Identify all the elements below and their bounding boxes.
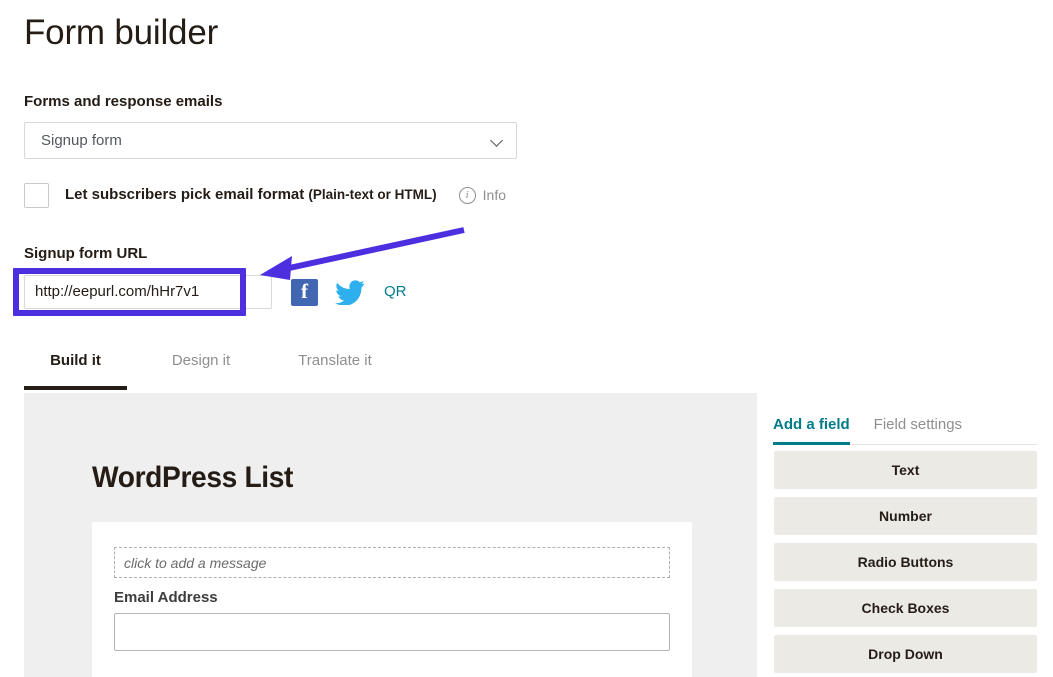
signup-url-label: Signup form URL <box>24 245 148 262</box>
signup-url-input[interactable]: http://eepurl.com/hHr7v1 <box>24 275 272 309</box>
tab-add-a-field[interactable]: Add a field <box>773 415 850 445</box>
preview-list-title: WordPress List <box>92 461 294 494</box>
field-button-check-boxes[interactable]: Check Boxes <box>774 589 1037 627</box>
tab-translate-it[interactable]: Translate it <box>277 345 393 390</box>
message-placeholder-text: click to add a message <box>124 554 267 571</box>
message-placeholder[interactable]: click to add a message <box>114 547 670 578</box>
builder-body: WordPress List click to add a message Em… <box>24 393 1037 677</box>
facebook-glyph: f <box>301 279 308 304</box>
field-button-radio-buttons[interactable]: Radio Buttons <box>774 543 1037 581</box>
fields-pane-tabs: Add a field Field settings <box>773 415 1037 445</box>
fields-pane: Add a field Field settings Text Number R… <box>757 393 1037 677</box>
twitter-bird-icon <box>335 279 365 306</box>
tab-field-settings[interactable]: Field settings <box>874 415 962 444</box>
info-icon: i <box>458 186 476 204</box>
field-button-text[interactable]: Text <box>774 451 1037 489</box>
chevron-down-icon <box>491 134 504 147</box>
email-format-row: Let subscribers pick email format (Plain… <box>24 182 506 208</box>
builder-tabs: Build it Design it Translate it <box>24 345 1029 392</box>
qr-link[interactable]: QR <box>384 282 407 302</box>
share-row: f QR <box>291 276 407 308</box>
page-title: Form builder <box>24 13 219 52</box>
form-select[interactable]: Signup form <box>24 122 517 159</box>
tab-build-it[interactable]: Build it <box>24 345 127 390</box>
tab-design-it[interactable]: Design it <box>151 345 251 390</box>
twitter-icon[interactable] <box>335 279 365 306</box>
forms-section-label: Forms and response emails <box>24 93 223 110</box>
field-button-number[interactable]: Number <box>774 497 1037 535</box>
form-preview-pane: WordPress List click to add a message Em… <box>24 393 757 677</box>
facebook-icon[interactable]: f <box>291 278 318 306</box>
pick-email-format-checkbox[interactable] <box>24 182 49 208</box>
form-select-value: Signup form <box>41 131 122 149</box>
pick-email-format-label-main: Let subscribers pick email format <box>65 186 309 203</box>
preview-form-card: click to add a message Email Address <box>92 522 692 677</box>
field-type-buttons: Text Number Radio Buttons Check Boxes Dr… <box>774 451 1037 677</box>
email-address-label: Email Address <box>114 589 218 606</box>
info-link[interactable]: i Info <box>458 185 507 205</box>
pick-email-format-label: Let subscribers pick email format (Plain… <box>65 185 437 205</box>
form-builder-page: Form builder Forms and response emails S… <box>0 0 1053 677</box>
field-button-drop-down[interactable]: Drop Down <box>774 635 1037 673</box>
email-address-input[interactable] <box>114 613 670 651</box>
signup-url-value: http://eepurl.com/hHr7v1 <box>35 283 200 300</box>
pick-email-format-label-sub: (Plain-text or HTML) <box>308 187 437 202</box>
info-label: Info <box>482 187 507 203</box>
